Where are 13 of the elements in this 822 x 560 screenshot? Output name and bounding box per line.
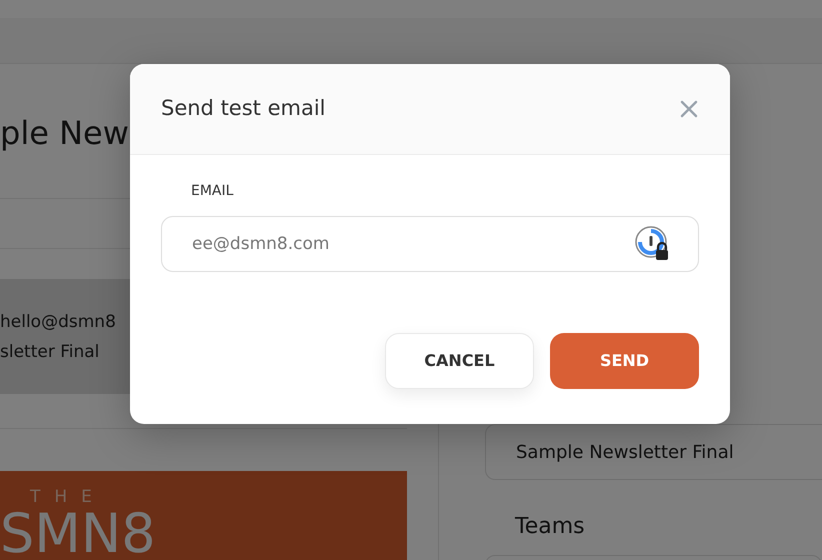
sender-text: hello@dsmn8 — [0, 311, 117, 334]
email-field[interactable]: ee@dsmn8.com — [161, 216, 699, 272]
logo-text: THE — [30, 486, 107, 509]
password-manager-icon[interactable] — [635, 226, 671, 262]
send-button[interactable]: SEND — [550, 333, 699, 389]
modal-title: Send test email — [161, 95, 326, 122]
newsletter-name: sletter Final — [0, 341, 100, 364]
page-title: ple New — [0, 114, 129, 152]
field-label: EMAIL — [191, 182, 234, 201]
close-icon — [679, 99, 699, 119]
cancel-button[interactable]: CANCEL — [385, 333, 534, 389]
logo-text: SMN8 — [0, 506, 157, 560]
section-heading: Teams — [514, 513, 586, 541]
